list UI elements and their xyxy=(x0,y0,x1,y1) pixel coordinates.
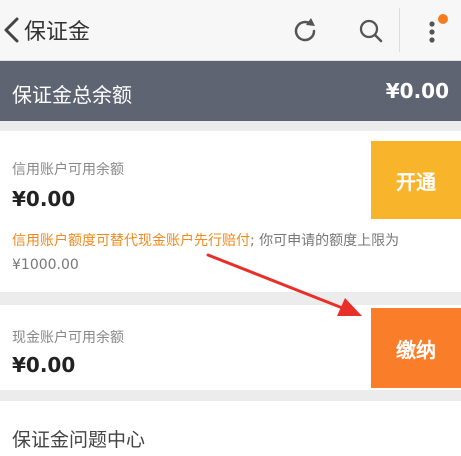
search-button[interactable] xyxy=(356,16,386,46)
back-button[interactable] xyxy=(0,12,24,48)
open-credit-button[interactable]: 开通 xyxy=(371,141,461,219)
credit-account-card: 信用账户可用余额 ¥0.00 开通 信用账户额度可替代现金账户先行赔付; 你可申… xyxy=(0,131,461,292)
total-balance-label: 保证金总余额 xyxy=(12,83,132,107)
top-bar: 保证金 xyxy=(0,0,461,61)
toolbar-divider xyxy=(399,8,400,52)
more-vertical-icon xyxy=(429,14,448,43)
credit-balance-value: ¥0.00 xyxy=(12,187,76,211)
cash-account-card: 现金账户可用余额 ¥0.00 缴纳 xyxy=(0,305,461,390)
pay-deposit-button[interactable]: 缴纳 xyxy=(371,308,461,388)
credit-notice: 信用账户额度可替代现金账户先行赔付; 你可申请的额度上限为¥1000.00 xyxy=(12,229,452,277)
faq-center-item[interactable]: 保证金问题中心 xyxy=(0,401,461,456)
notification-dot xyxy=(438,14,448,24)
more-menu-button[interactable] xyxy=(418,10,452,50)
chevron-left-icon xyxy=(4,17,19,43)
page-title: 保证金 xyxy=(24,20,91,45)
credit-notice-highlight: 信用账户额度可替代现金账户先行赔付 xyxy=(12,233,250,249)
refresh-button[interactable] xyxy=(290,16,320,46)
cash-balance-label: 现金账户可用余额 xyxy=(12,330,124,346)
refresh-icon xyxy=(294,18,316,42)
search-icon xyxy=(359,19,383,43)
total-balance-amount: ¥0.00 xyxy=(385,79,449,103)
credit-balance-label: 信用账户可用余额 xyxy=(12,162,124,178)
total-balance-bar: 保证金总余额 ¥0.00 xyxy=(0,61,461,121)
cash-balance-value: ¥0.00 xyxy=(12,353,76,377)
faq-center-label: 保证金问题中心 xyxy=(12,429,146,451)
